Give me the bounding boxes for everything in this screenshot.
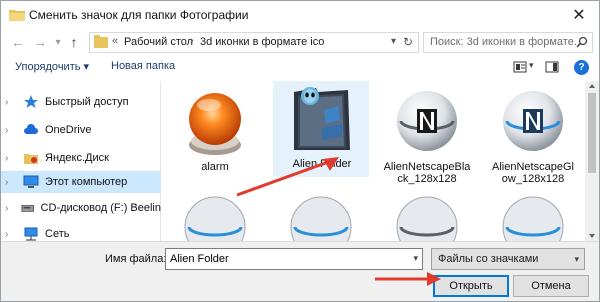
open-button-label: Открыть (449, 280, 493, 292)
alarm-icon (189, 93, 241, 155)
file-item-label: AlienNetscapeBla ck_128x128 (383, 161, 471, 185)
chevron-right-icon[interactable]: › (5, 153, 17, 164)
view-dropdown-icon[interactable]: ▾ (529, 60, 534, 71)
file-item-label: AlienNetscapeGl ow_128x128 (492, 161, 574, 185)
chevron-right-icon[interactable]: › (5, 177, 17, 188)
sidebar-item-label: Быстрый доступ (45, 96, 129, 108)
command-bar: Упорядочить ▾ Новая папка ▾ ? (1, 55, 599, 81)
arrow-left-icon: ← (11, 34, 25, 50)
filename-input[interactable] (166, 249, 396, 269)
sidebar-item-cd-drive[interactable]: › CD-дисковод (F:) Beelin (1, 197, 161, 219)
cancel-button-label: Отмена (531, 280, 571, 292)
filetype-value: Файлы со значками (438, 253, 539, 265)
change-icon-dialog: Сменить значок для папки Фотографии ✕ ← … (0, 0, 600, 302)
open-button[interactable]: Открыть (433, 275, 509, 297)
annotation-arrow (375, 272, 441, 286)
filename-field[interactable]: ▾ (165, 248, 423, 270)
arrow-up-icon: ↑ (70, 34, 78, 50)
filename-label: Имя файла: (105, 253, 167, 265)
file-item[interactable] (379, 191, 475, 241)
view-options-icon[interactable] (513, 60, 527, 74)
sidebar-item-quick-access[interactable]: › Быстрый доступ (1, 91, 161, 113)
sidebar-item-label: Яндекс.Диск (45, 152, 109, 164)
forward-button[interactable]: → (31, 32, 49, 52)
title-bar: Сменить значок для папки Фотографии ✕ (1, 1, 599, 29)
file-item[interactable] (485, 191, 581, 241)
vertical-scrollbar[interactable] (585, 81, 599, 241)
dialog-footer: Имя файла: ▾ Файлы со значками ▾ Открыть… (1, 241, 599, 301)
chevron-right-icon[interactable]: › (5, 97, 17, 108)
back-button[interactable]: ← (9, 32, 27, 52)
cancel-button[interactable]: Отмена (513, 275, 589, 297)
sidebar-item-label: Этот компьютер (45, 176, 128, 188)
help-icon[interactable]: ? (574, 60, 589, 75)
chevron-right-icon[interactable]: › (5, 203, 15, 214)
chevron-down-icon[interactable]: ▾ (391, 36, 396, 47)
chevron-down-icon: ▾ (55, 36, 61, 48)
yandex-disk-icon (24, 154, 38, 164)
window-title: Сменить значок для папки Фотографии (29, 8, 249, 22)
breadcrumb-segment[interactable]: 3d иконки в формате ico (200, 36, 324, 48)
sidebar-item-label: CD-дисковод (F:) Beelin (40, 202, 161, 214)
refresh-icon[interactable]: ↻ (403, 35, 413, 49)
new-folder-button[interactable]: Новая папка (111, 60, 175, 72)
filetype-select[interactable]: Файлы со значками ▾ (431, 248, 585, 270)
chevron-right-icon[interactable]: › (5, 229, 17, 240)
netscape-icon (397, 91, 457, 151)
help-glyph: ? (578, 62, 585, 73)
up-button[interactable]: ↑ (65, 32, 83, 52)
navigation-bar: ← → ▾ ↑ « Рабочий стол › 3d иконки в фор… (1, 29, 599, 55)
star-icon (24, 95, 38, 108)
sidebar-item-label: Сеть (45, 228, 70, 240)
cloud-icon (24, 124, 38, 134)
search-input[interactable]: Поиск: 3d иконки в формате... (423, 32, 593, 53)
organize-button[interactable]: Упорядочить ▾ (15, 60, 89, 73)
computer-icon (23, 175, 39, 188)
address-overflow-icon[interactable]: « (112, 35, 118, 47)
navigation-pane: › Быстрый доступ › OneDrive › Яндекс.Дис… (1, 81, 161, 241)
chevron-down-icon[interactable]: ▾ (413, 253, 418, 264)
netscape-icon (503, 91, 563, 151)
netscape-icon (502, 196, 564, 241)
address-bar[interactable]: « Рабочий стол › 3d иконки в формате ico… (89, 32, 419, 53)
network-icon (24, 227, 38, 241)
sidebar-item-yandex-disk[interactable]: › Яндекс.Диск (1, 147, 161, 169)
chevron-down-icon: ▾ (574, 254, 579, 264)
search-placeholder: Поиск: 3d иконки в формате... (430, 36, 583, 48)
cd-drive-icon (21, 205, 35, 212)
sidebar-item-onedrive[interactable]: › OneDrive (1, 119, 161, 141)
close-icon: ✕ (572, 7, 586, 24)
breadcrumb-separator-icon[interactable]: › (190, 35, 194, 47)
breadcrumb-segment[interactable]: Рабочий стол (124, 36, 193, 48)
folder-icon (9, 10, 25, 21)
sidebar-item-label: OneDrive (45, 124, 92, 136)
alien-folder-icon (294, 87, 350, 150)
folder-icon (94, 35, 108, 48)
netscape-icon (396, 196, 458, 241)
preview-pane-icon[interactable] (545, 60, 559, 74)
file-item-alien-netscape-black[interactable]: AlienNetscapeBla ck_128x128 (379, 85, 475, 185)
chevron-right-icon[interactable]: › (5, 125, 17, 136)
arrow-right-icon: → (33, 34, 47, 50)
sidebar-item-this-pc[interactable]: › Этот компьютер (1, 171, 161, 193)
search-icon (576, 36, 588, 48)
annotation-arrow (236, 157, 339, 197)
file-item-alien-netscape-glow[interactable]: AlienNetscapeGl ow_128x128 (485, 85, 581, 185)
file-list: alarm Alien Folder AlienNetscapeBla ck_1… (161, 81, 599, 241)
close-button[interactable]: ✕ (559, 1, 599, 29)
